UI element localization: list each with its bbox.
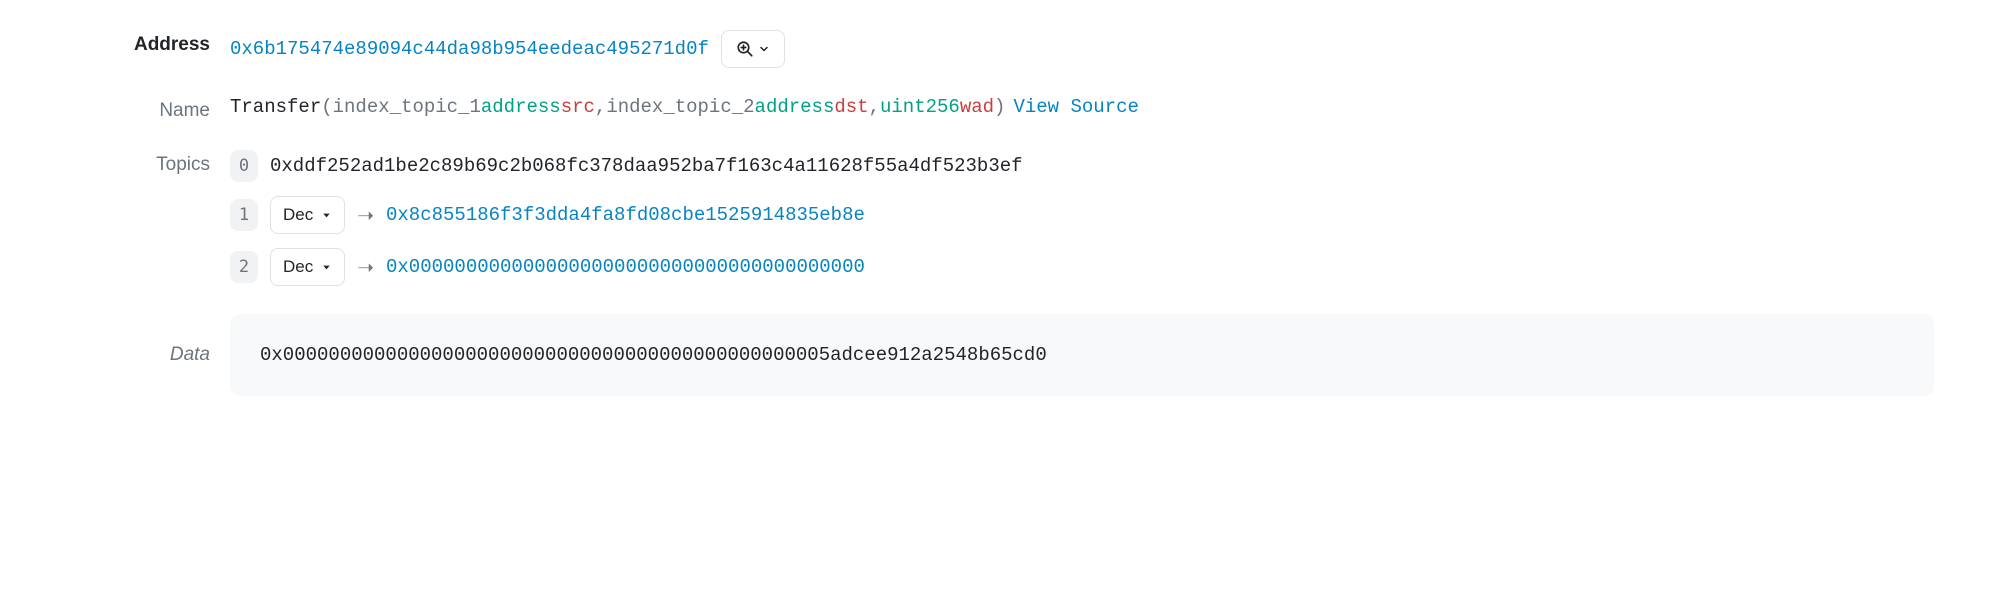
topic-1-value-link[interactable]: 0x8c855186f3f3dda4fa8fd08cbe1525914835eb…: [386, 204, 865, 226]
topic-2-value-link[interactable]: 0x00000000000000000000000000000000000000…: [386, 256, 865, 278]
data-label: Data: [60, 314, 230, 366]
topic-index-1: 1: [230, 199, 258, 231]
topic-2-format-select[interactable]: Dec: [270, 248, 345, 286]
param1-index: index_topic_2: [606, 96, 754, 118]
topic-0-hash: 0xddf252ad1be2c89b69c2b068fc378daa952ba7…: [270, 155, 1023, 177]
chevron-down-icon: [321, 210, 332, 221]
param1-type: address: [755, 96, 835, 118]
arrow-right-icon: ➝: [357, 203, 374, 228]
event-signature: Transfer ( index_topic_1 address src , i…: [230, 96, 1934, 118]
data-value: 0x00000000000000000000000000000000000000…: [260, 344, 1047, 366]
param2-name: wad: [960, 96, 994, 118]
view-source-link[interactable]: View Source: [1013, 96, 1138, 118]
param2-type: uint256: [880, 96, 960, 118]
param0-name: src: [561, 96, 595, 118]
address-link[interactable]: 0x6b175474e89094c44da98b954eedeac495271d…: [230, 38, 709, 60]
arrow-right-icon: ➝: [357, 255, 374, 280]
chevron-down-icon: [758, 43, 770, 55]
topic-index-2: 2: [230, 251, 258, 283]
chevron-down-icon: [321, 262, 332, 273]
param0-type: address: [481, 96, 561, 118]
address-actions-button[interactable]: [721, 30, 785, 68]
select-value: Dec: [283, 257, 313, 277]
paren-open: (: [321, 96, 332, 118]
topic-1-format-select[interactable]: Dec: [270, 196, 345, 234]
param0-index: index_topic_1: [333, 96, 481, 118]
search-plus-icon: [736, 40, 754, 58]
param1-name: dst: [834, 96, 868, 118]
param-sep: ,: [869, 96, 880, 118]
select-value: Dec: [283, 205, 313, 225]
topics-label: Topics: [60, 150, 230, 176]
topic-index-0: 0: [230, 150, 258, 182]
param-sep: ,: [595, 96, 606, 118]
data-box: 0x00000000000000000000000000000000000000…: [230, 314, 1934, 396]
address-label: Address: [60, 30, 230, 56]
paren-close: ): [994, 96, 1005, 118]
name-label: Name: [60, 96, 230, 122]
event-name: Transfer: [230, 96, 321, 118]
